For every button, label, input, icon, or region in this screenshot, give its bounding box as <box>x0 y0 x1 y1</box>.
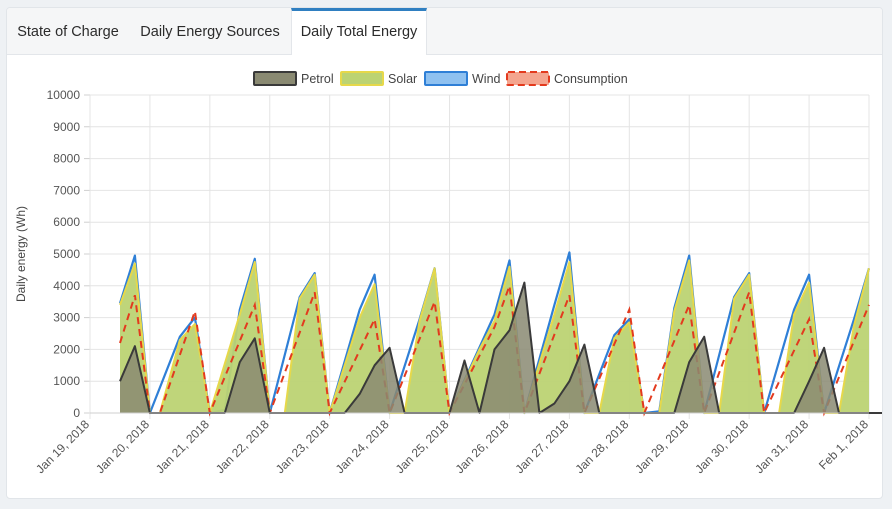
y-tick-label: 9000 <box>53 120 80 134</box>
y-tick-label: 3000 <box>53 311 80 325</box>
tab-daily-total-energy[interactable]: Daily Total Energy <box>291 8 427 55</box>
legend-label-consumption: Consumption <box>554 72 628 86</box>
legend-label-petrol: Petrol <box>301 72 334 86</box>
legend-swatch-solar <box>340 71 384 86</box>
x-tick-label: Jan 19, 2018 <box>33 417 92 476</box>
y-tick-label: 8000 <box>53 152 80 166</box>
x-tick-label: Jan 20, 2018 <box>93 417 152 476</box>
x-tick-label: Feb 1, 2018 <box>816 417 871 472</box>
y-tick-label: 0 <box>73 406 80 420</box>
tab-daily-energy-sources[interactable]: Daily Energy Sources <box>129 8 291 54</box>
x-tick-label: Jan 26, 2018 <box>453 417 512 476</box>
legend-label-solar: Solar <box>388 72 417 86</box>
x-tick-label: Jan 28, 2018 <box>572 417 631 476</box>
y-tick-label: 6000 <box>53 215 80 229</box>
x-tick-label: Jan 22, 2018 <box>213 417 272 476</box>
legend-swatch-consumption <box>506 71 550 86</box>
y-axis-label: Daily energy (Wh) <box>14 206 28 302</box>
y-tick-label: 10000 <box>47 88 81 102</box>
tab-bar: State of Charge Daily Energy Sources Dai… <box>7 8 882 55</box>
daily-energy-chart: 0 1000 2000 3000 4000 5000 6000 7000 8000 9000 100… <box>14 71 882 476</box>
y-tick-label: 7000 <box>53 183 80 197</box>
x-tick-label: Jan 25, 2018 <box>393 417 452 476</box>
y-tick-label: 1000 <box>53 374 80 388</box>
legend-label-wind: Wind <box>472 72 501 86</box>
x-tick-label: Jan 27, 2018 <box>513 417 572 476</box>
legend-swatch-petrol <box>253 71 297 86</box>
x-tick-label: Jan 31, 2018 <box>752 417 811 476</box>
y-tick-label: 4000 <box>53 279 80 293</box>
x-tick-label: Jan 21, 2018 <box>153 417 212 476</box>
legend-swatch-wind <box>424 71 468 86</box>
y-tick-label: 5000 <box>53 247 80 261</box>
x-tick-label: Jan 23, 2018 <box>273 417 332 476</box>
x-tick-label: Jan 30, 2018 <box>692 417 751 476</box>
tab-state-of-charge[interactable]: State of Charge <box>7 8 129 54</box>
y-tick-label: 2000 <box>53 342 80 356</box>
x-tick-label: Jan 24, 2018 <box>333 417 392 476</box>
chart-card: State of Charge Daily Energy Sources Dai… <box>6 7 883 499</box>
x-tick-label: Jan 29, 2018 <box>632 417 691 476</box>
